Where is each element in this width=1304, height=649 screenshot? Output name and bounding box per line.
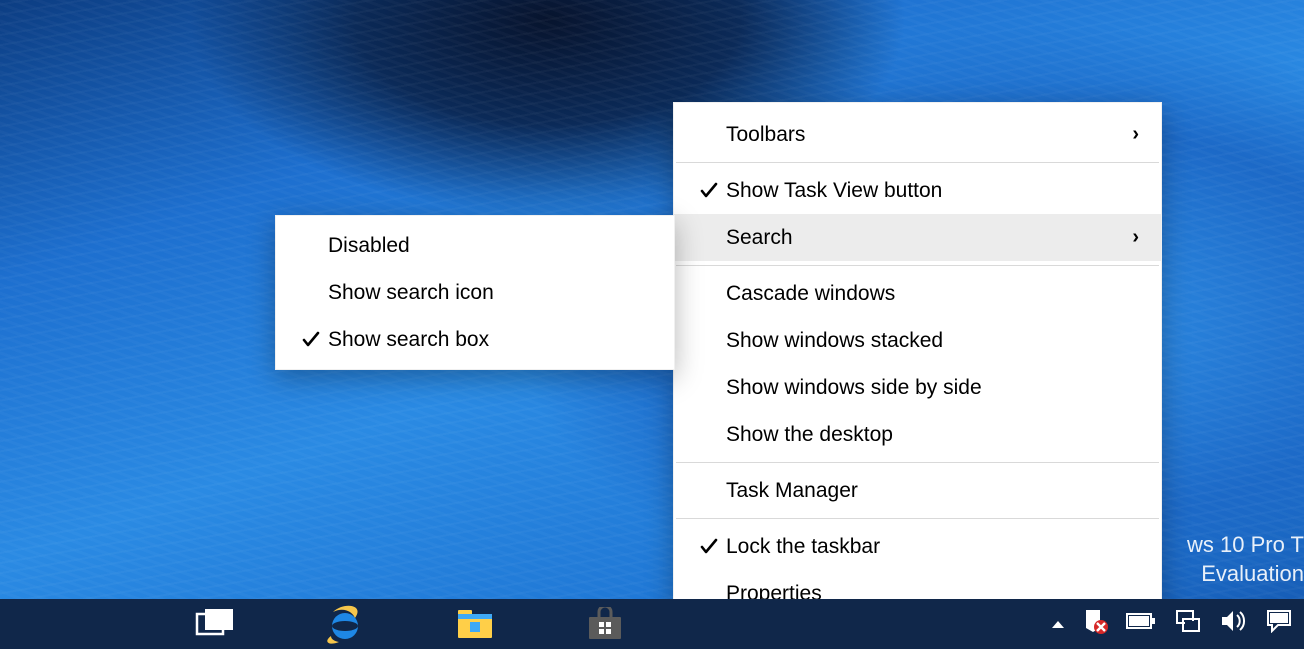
task-view-icon — [194, 609, 236, 639]
task-view-button[interactable] — [150, 599, 280, 649]
menu-label: Lock the taskbar — [726, 535, 1115, 559]
menu-item-show-windows-stacked[interactable]: Show windows stacked — [674, 317, 1161, 364]
submenu-item-disabled[interactable]: Disabled — [276, 222, 674, 269]
menu-item-show-desktop[interactable]: Show the desktop — [674, 411, 1161, 458]
menu-label: Show search icon — [328, 281, 652, 305]
menu-label: Task Manager — [726, 479, 1115, 503]
menu-label: Toolbars — [726, 123, 1115, 147]
menu-separator — [676, 518, 1159, 519]
menu-separator — [676, 265, 1159, 266]
menu-label: Search — [726, 226, 1115, 250]
taskbar-pinned-area — [0, 599, 670, 649]
store-button[interactable] — [540, 599, 670, 649]
menu-label: Show Task View button — [726, 179, 1115, 203]
menu-label: Show the desktop — [726, 423, 1115, 447]
menu-item-cascade-windows[interactable]: Cascade windows — [674, 270, 1161, 317]
checkmark-icon — [692, 181, 726, 201]
submenu-arrow-icon: › — [1115, 123, 1139, 146]
file-explorer-button[interactable] — [410, 599, 540, 649]
search-submenu: Disabled Show search icon Show search bo… — [275, 215, 675, 370]
file-explorer-icon — [456, 608, 494, 640]
submenu-arrow-icon: › — [1115, 226, 1139, 249]
security-alert-icon[interactable] — [1082, 608, 1108, 640]
menu-label: Show windows stacked — [726, 329, 1115, 353]
internet-explorer-button[interactable] — [280, 599, 410, 649]
menu-item-show-task-view[interactable]: Show Task View button — [674, 167, 1161, 214]
menu-item-search[interactable]: Search › — [674, 214, 1161, 261]
menu-label: Show windows side by side — [726, 376, 1115, 400]
menu-separator — [676, 162, 1159, 163]
menu-item-toolbars[interactable]: Toolbars › — [674, 111, 1161, 158]
action-center-icon[interactable] — [1266, 609, 1292, 639]
menu-label: Cascade windows — [726, 282, 1115, 306]
menu-separator — [676, 462, 1159, 463]
menu-label: Disabled — [328, 234, 652, 258]
menu-item-show-side-by-side[interactable]: Show windows side by side — [674, 364, 1161, 411]
taskbar[interactable] — [0, 599, 1304, 649]
internet-explorer-icon — [325, 604, 365, 644]
checkmark-icon — [294, 330, 328, 350]
submenu-item-show-search-icon[interactable]: Show search icon — [276, 269, 674, 316]
system-tray — [1044, 599, 1304, 649]
checkmark-icon — [692, 537, 726, 557]
menu-item-lock-taskbar[interactable]: Lock the taskbar — [674, 523, 1161, 570]
volume-icon[interactable] — [1220, 609, 1248, 639]
tray-overflow-icon[interactable] — [1052, 621, 1064, 628]
network-icon[interactable] — [1174, 609, 1202, 639]
battery-icon[interactable] — [1126, 612, 1156, 636]
taskbar-context-menu: Toolbars › Show Task View button Search … — [673, 102, 1162, 626]
store-icon — [587, 607, 623, 641]
menu-label: Show search box — [328, 328, 652, 352]
submenu-item-show-search-box[interactable]: Show search box — [276, 316, 674, 363]
menu-item-task-manager[interactable]: Task Manager — [674, 467, 1161, 514]
